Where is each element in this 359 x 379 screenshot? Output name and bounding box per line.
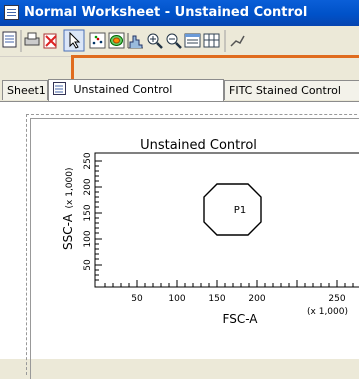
toolbar [0, 26, 359, 57]
stats-view-icon[interactable] [184, 33, 201, 48]
worksheet-app-icon [4, 5, 19, 20]
zoom-in-icon[interactable] [147, 33, 163, 49]
grid-icon[interactable] [203, 33, 220, 48]
toolbar-icons [2, 29, 245, 52]
histogram-icon[interactable] [127, 33, 143, 49]
contour-plot-icon[interactable] [108, 32, 125, 49]
window-title: Normal Worksheet - Unstained Control [24, 5, 308, 20]
tab-label: FITC Stained Control [229, 84, 341, 97]
delete-icon[interactable] [43, 33, 57, 49]
tab-sheet1[interactable]: Sheet1 [2, 80, 48, 100]
tab-label: Unstained Control [73, 83, 173, 96]
gate-icon[interactable] [230, 35, 245, 47]
worksheet-icon[interactable] [2, 31, 17, 48]
tab-fitc-stained-control[interactable]: FITC Stained Control [224, 80, 359, 100]
window-titlebar[interactable]: Normal Worksheet - Unstained Control [0, 0, 359, 26]
zoom-out-icon[interactable] [166, 33, 182, 49]
print-icon[interactable] [24, 32, 40, 46]
plot-title: Unstained Control [140, 138, 257, 153]
tab-label: Sheet1 [7, 84, 46, 97]
worksheet-tab-icon [53, 82, 67, 95]
highlight-top [71, 55, 359, 58]
sheet-tabs: Sheet1 Unstained Control FITC Stained Co… [0, 79, 359, 102]
page-border-inner [30, 118, 359, 379]
dot-plot-icon[interactable] [89, 32, 106, 49]
tab-unstained-control[interactable]: Unstained Control [48, 79, 224, 101]
